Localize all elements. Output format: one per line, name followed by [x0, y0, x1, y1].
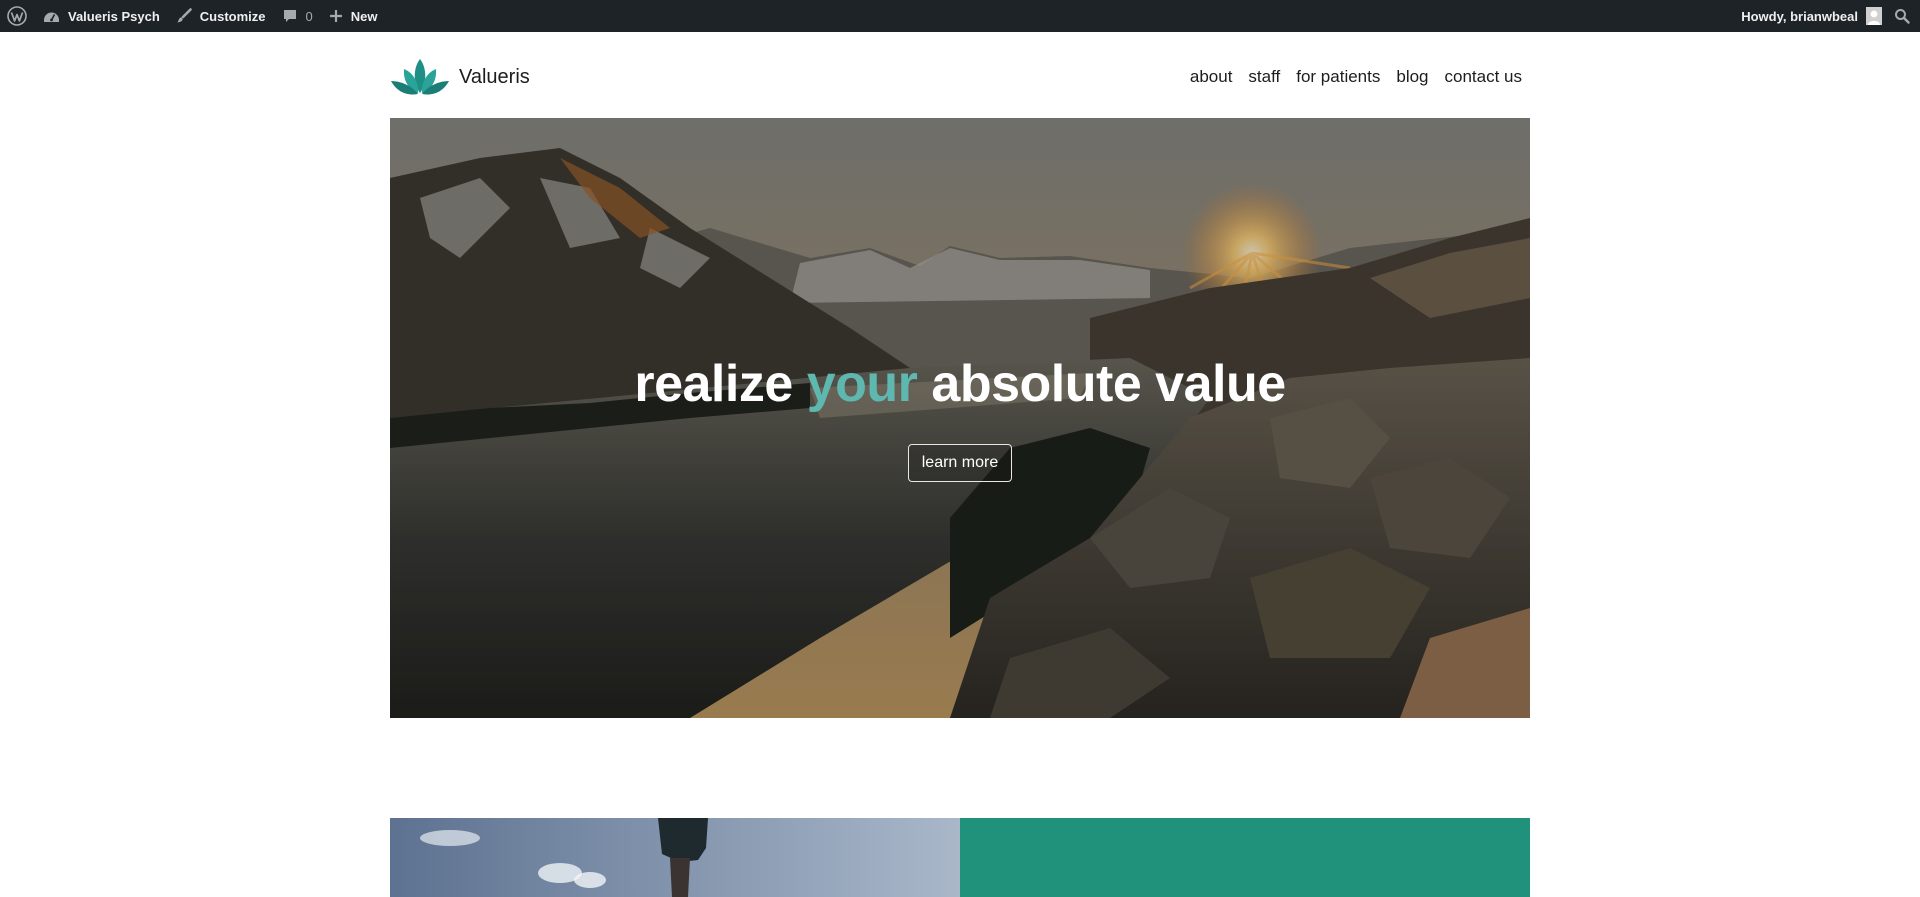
brand-name: Valueris: [459, 65, 530, 88]
main-nav: about staff for patients blog contact us: [1174, 67, 1530, 87]
nav-staff[interactable]: staff: [1248, 67, 1280, 87]
comments-count: 0: [305, 8, 313, 24]
nav-for-patients[interactable]: for patients: [1296, 67, 1380, 87]
comments-link[interactable]: 0: [274, 0, 321, 32]
avatar: [1866, 7, 1882, 25]
customize-link[interactable]: Customize: [168, 0, 274, 32]
wordpress-logo-icon[interactable]: [0, 0, 35, 32]
feature-panel: [960, 818, 1530, 897]
new-label: New: [350, 8, 378, 24]
nav-contact-us[interactable]: contact us: [1445, 67, 1523, 87]
site-name-label: Valueris Psych: [68, 8, 160, 24]
site-header: Valueris about staff for patients blog c…: [390, 54, 1530, 100]
hero-title: realize your absolute value: [390, 354, 1530, 414]
site-name-link[interactable]: Valueris Psych: [35, 0, 168, 32]
search-icon[interactable]: [1882, 0, 1920, 32]
my-account-link[interactable]: Howdy, brianwbeal: [1733, 0, 1882, 32]
lotus-logo-icon: [391, 59, 449, 95]
paintbrush-icon: [177, 8, 192, 23]
hero-mountain-lake-image: [390, 118, 1530, 718]
nav-blog[interactable]: blog: [1396, 67, 1428, 87]
learn-more-button[interactable]: learn more: [908, 444, 1012, 482]
hero-section: realize your absolute value learn more: [390, 118, 1530, 718]
nav-about[interactable]: about: [1190, 67, 1233, 87]
admin-bar: Valueris Psych Customize 0 New Howdy, br…: [0, 0, 1920, 32]
brand-link[interactable]: Valueris: [390, 57, 530, 97]
hero-title-part2: absolute value: [931, 355, 1286, 413]
plus-icon: [329, 10, 342, 22]
dashboard-icon: [44, 12, 59, 22]
hero-title-accent: your: [806, 355, 918, 413]
comment-bubble-icon: [283, 10, 296, 22]
feature-image: [390, 818, 960, 897]
hero-title-part1: realize: [634, 355, 793, 413]
customize-label: Customize: [199, 8, 266, 24]
new-content-link[interactable]: New: [321, 0, 386, 32]
greeting-label: Howdy, brianwbeal: [1741, 8, 1858, 24]
